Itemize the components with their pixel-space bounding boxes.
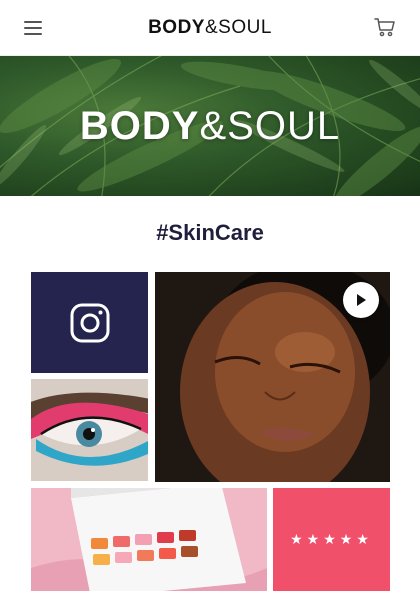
hero-title-light: &SOUL (199, 103, 341, 148)
review-tile[interactable]: ★★★★★ (273, 488, 390, 591)
top-header: BODY&SOUL (0, 0, 420, 56)
section-hashtag: #SkinCare (156, 220, 264, 245)
hamburger-menu-icon[interactable] (24, 21, 42, 35)
eye-makeup-photo[interactable] (31, 379, 148, 481)
hero-title-bold: BODY (79, 103, 200, 148)
hero-banner: BODY &SOUL (0, 56, 420, 196)
eyeshadow-palette-photo[interactable] (31, 488, 267, 591)
brand-logo-light: &SOUL (204, 16, 272, 38)
hero-title: BODY &SOUL (0, 56, 420, 196)
instagram-icon (70, 303, 109, 342)
brand-logo[interactable]: BODY&SOUL (148, 17, 272, 39)
five-star-rating: ★★★★★ (290, 531, 373, 547)
shopping-cart-icon[interactable] (374, 16, 396, 38)
brand-logo-bold: BODY (148, 16, 205, 38)
play-icon[interactable] (343, 282, 379, 318)
instagram-tile[interactable] (31, 272, 148, 373)
